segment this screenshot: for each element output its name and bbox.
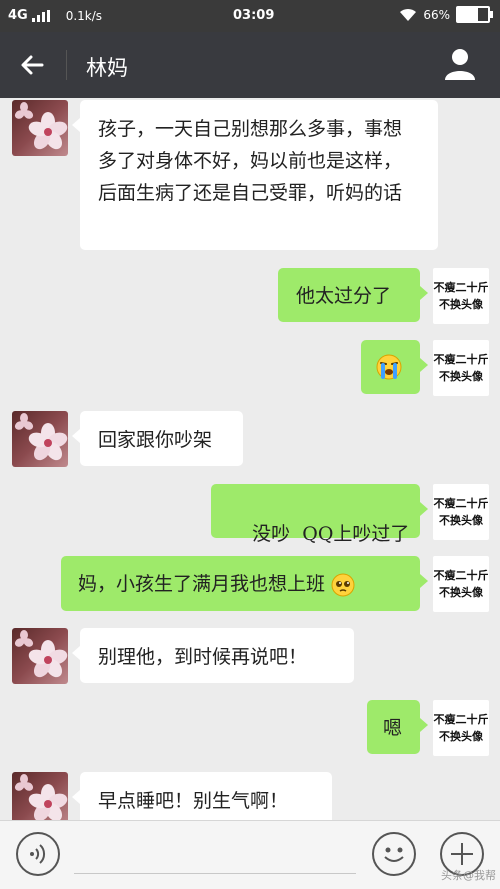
- message-bubble-outgoing[interactable]: [361, 340, 428, 394]
- message-text: 孩子，一天自己别想那么多事，事想多了对身体不好，妈以前也是这样，后面生病了还是自…: [98, 118, 403, 204]
- battery-icon: [456, 6, 493, 23]
- chat-title: 林妈: [86, 56, 128, 80]
- message-bubble-outgoing[interactable]: 没吵 QQ上吵过了: [211, 484, 428, 545]
- message-bubble-incoming[interactable]: 孩子，一天自己别想那么多事，事想多了对身体不好，妈以前也是这样，后面生病了还是自…: [72, 100, 438, 250]
- pleading-emoji-icon: [331, 573, 355, 597]
- message-text: 早点睡吧！别生气啊！: [98, 790, 289, 812]
- message-input[interactable]: [74, 873, 356, 874]
- cherry-blossom-avatar-image: [12, 628, 68, 684]
- my-avatar-line1: 不瘦二十斤: [433, 281, 489, 294]
- my-avatar-line2: 不换头像: [439, 514, 483, 527]
- cherry-blossom-avatar-image: [12, 772, 68, 820]
- message-text: 嗯: [383, 717, 403, 739]
- my-avatar[interactable]: 不瘦二十斤 不换头像: [433, 340, 489, 396]
- my-avatar-line2: 不换头像: [439, 586, 483, 599]
- my-avatar-line2: 不换头像: [439, 370, 483, 383]
- my-avatar[interactable]: 不瘦二十斤 不换头像: [433, 268, 489, 324]
- contact-avatar[interactable]: [12, 628, 68, 684]
- status-bar: 4G 0.1k/s 03:09 66%: [0, 0, 500, 32]
- cherry-blossom-avatar-image: [12, 100, 68, 156]
- contact-avatar[interactable]: [12, 411, 68, 467]
- network-type: 4G: [8, 8, 28, 23]
- message-bubble-incoming[interactable]: 早点睡吧！别生气啊！: [72, 772, 332, 820]
- signal-icon: [31, 9, 50, 22]
- my-avatar[interactable]: 不瘦二十斤 不换头像: [433, 484, 489, 540]
- my-avatar[interactable]: 不瘦二十斤 不换头像: [433, 556, 489, 612]
- network-speed: 0.1k/s: [65, 8, 103, 23]
- input-bar: 头条@我帮: [0, 820, 500, 889]
- watermark: 头条@我帮: [441, 869, 496, 882]
- message-bubble-outgoing[interactable]: 嗯: [367, 700, 428, 754]
- my-avatar-line1: 不瘦二十斤: [433, 353, 489, 366]
- message-text: 没吵 QQ上吵过了: [252, 523, 410, 545]
- crying-emoji-icon: [376, 354, 402, 380]
- battery-percent: 66%: [423, 7, 450, 22]
- message-bubble-incoming[interactable]: 别理他，到时候再说吧！: [72, 628, 354, 683]
- status-time: 03:09: [233, 8, 275, 23]
- message-text: 别理他，到时候再说吧！: [98, 646, 308, 668]
- my-avatar[interactable]: 不瘦二十斤 不换头像: [433, 700, 489, 756]
- my-avatar-line2: 不换头像: [439, 730, 483, 743]
- message-bubble-outgoing[interactable]: 他太过分了: [278, 268, 428, 322]
- header-divider: [66, 50, 67, 80]
- my-avatar-line2: 不换头像: [439, 298, 483, 311]
- voice-icon: [30, 844, 46, 864]
- contact-avatar[interactable]: [12, 772, 68, 820]
- smiley-icon: [384, 847, 404, 862]
- status-left: 4G 0.1k/s: [8, 8, 102, 23]
- message-bubble-outgoing[interactable]: 妈，小孩生了满月我也想上班: [61, 556, 428, 611]
- wifi-icon: [400, 8, 417, 21]
- message-text: 妈，小孩生了满月我也想上班: [78, 573, 326, 595]
- chat-area[interactable]: 孩子，一天自己别想那么多事，事想多了对身体不好，妈以前也是这样，后面生病了还是自…: [0, 98, 500, 820]
- voice-button[interactable]: [16, 832, 60, 876]
- my-avatar-line1: 不瘦二十斤: [433, 497, 489, 510]
- message-text: 他太过分了: [296, 285, 392, 307]
- message-bubble-incoming[interactable]: 回家跟你吵架: [72, 411, 243, 466]
- contact-avatar[interactable]: [12, 100, 68, 156]
- person-icon[interactable]: [442, 46, 478, 82]
- emoji-button[interactable]: [372, 832, 416, 876]
- status-right: 66%: [399, 6, 493, 23]
- cherry-blossom-avatar-image: [12, 411, 68, 467]
- arrow-left-icon[interactable]: [18, 50, 48, 80]
- my-avatar-line1: 不瘦二十斤: [433, 569, 489, 582]
- my-avatar-line1: 不瘦二十斤: [433, 713, 489, 726]
- message-text: 回家跟你吵架: [98, 429, 213, 451]
- chat-header: 林妈: [0, 32, 500, 98]
